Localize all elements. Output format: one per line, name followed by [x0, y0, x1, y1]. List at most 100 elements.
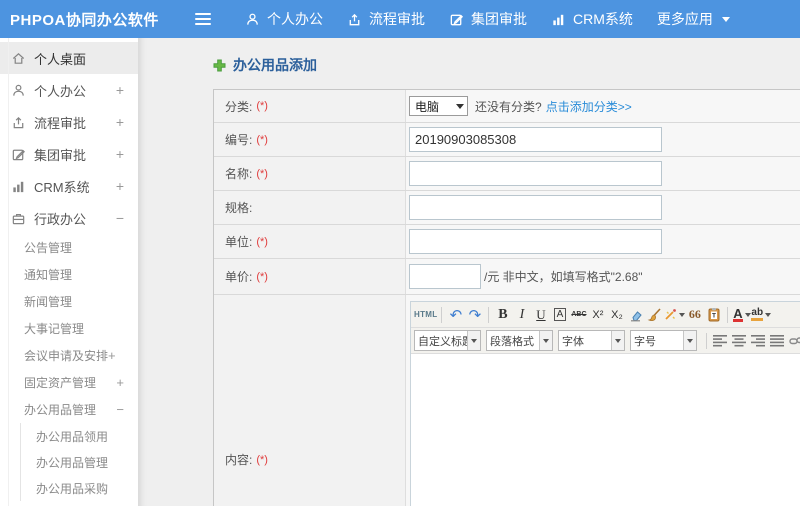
dropdown-caret-icon [744, 312, 751, 317]
sidebar-item-crm-system[interactable]: CRM系统 + [0, 170, 138, 202]
html-source-button[interactable]: HTML [414, 305, 437, 325]
supplies-add-form: 分类: (*) 电脑 还没有分类? 点击添加分类>> 编号: (*) 20190… [213, 89, 800, 506]
expand-toggle[interactable]: + [108, 348, 116, 363]
form-row-unit: 单位: (*) [214, 225, 800, 259]
admin-office-submenu: 公告管理 通知管理 新闻管理 大事记管理 会议申请及安排 + 固定资产管理 + 办公… [0, 234, 138, 501]
edit-note-icon [449, 12, 464, 27]
sidebar-item-announcement-mgmt[interactable]: 公告管理 [0, 234, 138, 261]
sidebar-item-fixed-assets-mgmt[interactable]: 固定资产管理 + [0, 369, 138, 396]
category-select[interactable]: 电脑 [409, 96, 468, 116]
align-justify-icon[interactable] [768, 331, 787, 351]
sidebar-item-office-supplies-mgmt[interactable]: 办公用品管理 − [0, 396, 138, 423]
expand-toggle[interactable]: + [116, 146, 124, 162]
subscript-button[interactable]: X₂ [607, 305, 626, 325]
align-left-icon[interactable] [711, 331, 730, 351]
font-size-dropdown[interactable]: 字号 [630, 330, 697, 351]
required-marker: (*) [256, 100, 268, 112]
expand-toggle[interactable]: + [116, 114, 124, 130]
nav-workflow-approval[interactable]: 流程审批 [347, 9, 425, 29]
underline-button[interactable]: U [531, 305, 550, 325]
price-format-hint: /元 非中文，如填写格式"2.68" [484, 270, 643, 284]
sidebar-item-memorabilia-mgmt[interactable]: 大事记管理 [0, 315, 138, 342]
upload-arrow-icon [347, 12, 362, 27]
price-input[interactable] [409, 264, 481, 289]
editor-toolbar-row2: 自定义标题 段落格式 字体 [411, 328, 800, 354]
nav-personal-office[interactable]: 个人办公 [245, 9, 323, 29]
sidebar-item-supplies-purchase[interactable]: 办公用品采购 [21, 475, 138, 501]
custom-heading-dropdown[interactable]: 自定义标题 [414, 330, 481, 351]
code-input[interactable] [409, 127, 662, 152]
select-arrow-icon [456, 103, 464, 109]
paragraph-format-dropdown[interactable]: 段落格式 [486, 330, 553, 351]
chevron-down-icon [721, 16, 730, 22]
add-category-link[interactable]: 点击添加分类>> [546, 98, 632, 115]
format-painter-brush-icon[interactable] [645, 305, 664, 325]
upload-arrow-icon [10, 115, 26, 130]
paste-plain-text-icon[interactable]: T [704, 305, 723, 325]
blockquote-button[interactable]: 66 [685, 305, 704, 325]
sidebar-item-workflow-approval[interactable]: 流程审批 + [0, 106, 138, 138]
dropdown-caret-icon [765, 312, 772, 317]
app-logo: PHPOA协同办公软件 [10, 11, 159, 29]
background-color-button[interactable]: ab [751, 305, 772, 325]
expand-toggle[interactable]: + [116, 375, 124, 390]
top-nav: 个人办公 流程审批 集团审批 CRM系统 更多应用 [245, 9, 730, 29]
sidebar-item-supplies-management[interactable]: 办公用品管理 [21, 449, 138, 475]
rich-text-editor: HTML ↶ ↷ B I U A ABC X² X₂ 66 T A ab 自定义… [410, 301, 800, 506]
sidebar-item-meeting-mgmt[interactable]: 会议申请及安排 + [0, 342, 138, 369]
nav-more-apps[interactable]: 更多应用 [657, 9, 730, 29]
form-row-content: 内容: (*) HTML ↶ ↷ B I U A ABC X² X₂ 66 T … [214, 295, 800, 506]
font-family-dropdown[interactable]: 字体 [558, 330, 625, 351]
auto-typeset-icon[interactable] [664, 305, 686, 325]
required-marker: (*) [256, 453, 268, 466]
dropdown-caret-icon [467, 331, 480, 350]
unit-input[interactable] [409, 229, 662, 254]
main-content: 办公用品添加 分类: (*) 电脑 还没有分类? 点击添加分类>> 编号: (*… [139, 38, 800, 506]
sidebar-item-supplies-requisition[interactable]: 办公用品领用 [21, 423, 138, 449]
font-color-button[interactable]: A [732, 305, 751, 325]
name-input[interactable] [409, 161, 662, 186]
hamburger-menu-icon[interactable] [195, 13, 211, 25]
superscript-button[interactable]: X² [588, 305, 607, 325]
collapse-toggle[interactable]: − [116, 210, 124, 226]
nav-group-approval[interactable]: 集团审批 [449, 9, 527, 29]
form-row-category: 分类: (*) 电脑 还没有分类? 点击添加分类>> [214, 90, 800, 123]
form-row-name: 名称: (*) [214, 157, 800, 191]
edit-note-icon [10, 147, 26, 162]
nav-crm-system[interactable]: CRM系统 [551, 9, 633, 29]
bold-button[interactable]: B [493, 305, 512, 325]
form-row-code: 编号: (*) [214, 123, 800, 157]
sidebar-item-personal-office[interactable]: 个人办公 + [0, 74, 138, 106]
dropdown-caret-icon [539, 331, 552, 350]
collapse-toggle[interactable]: − [116, 402, 124, 417]
required-marker: (*) [256, 235, 268, 248]
sidebar-item-news-mgmt[interactable]: 新闻管理 [0, 288, 138, 315]
strikethrough-button[interactable]: ABC [569, 305, 588, 325]
required-marker: (*) [256, 167, 268, 180]
hyperlink-icon[interactable] [787, 331, 800, 351]
page-title: 办公用品添加 [213, 55, 800, 75]
align-center-icon[interactable] [730, 331, 749, 351]
sidebar-item-notice-mgmt[interactable]: 通知管理 [0, 261, 138, 288]
char-border-button[interactable]: A [550, 305, 569, 325]
briefcase-icon [10, 211, 26, 226]
person-icon [245, 12, 260, 27]
spec-input[interactable] [409, 195, 662, 220]
undo-icon[interactable]: ↶ [446, 305, 465, 325]
sidebar-item-group-approval[interactable]: 集团审批 + [0, 138, 138, 170]
dropdown-caret-icon [683, 331, 696, 350]
expand-toggle[interactable]: + [116, 178, 124, 194]
italic-button[interactable]: I [512, 305, 531, 325]
editor-toolbar-row1: HTML ↶ ↷ B I U A ABC X² X₂ 66 T A ab [411, 302, 800, 328]
align-right-icon[interactable] [749, 331, 768, 351]
sidebar-item-personal-desktop[interactable]: 个人桌面 [0, 42, 138, 74]
expand-toggle[interactable]: + [116, 82, 124, 98]
editor-content-area[interactable] [411, 354, 800, 506]
remove-format-eraser-icon[interactable] [626, 305, 645, 325]
redo-icon[interactable]: ↷ [465, 305, 484, 325]
sidebar-item-admin-office[interactable]: 行政办公 − [0, 202, 138, 234]
person-icon [10, 83, 26, 98]
form-row-spec: 规格: [214, 191, 800, 225]
office-supplies-submenu: 办公用品领用 办公用品管理 办公用品采购 [20, 423, 138, 501]
category-hint: 还没有分类? [475, 99, 542, 114]
